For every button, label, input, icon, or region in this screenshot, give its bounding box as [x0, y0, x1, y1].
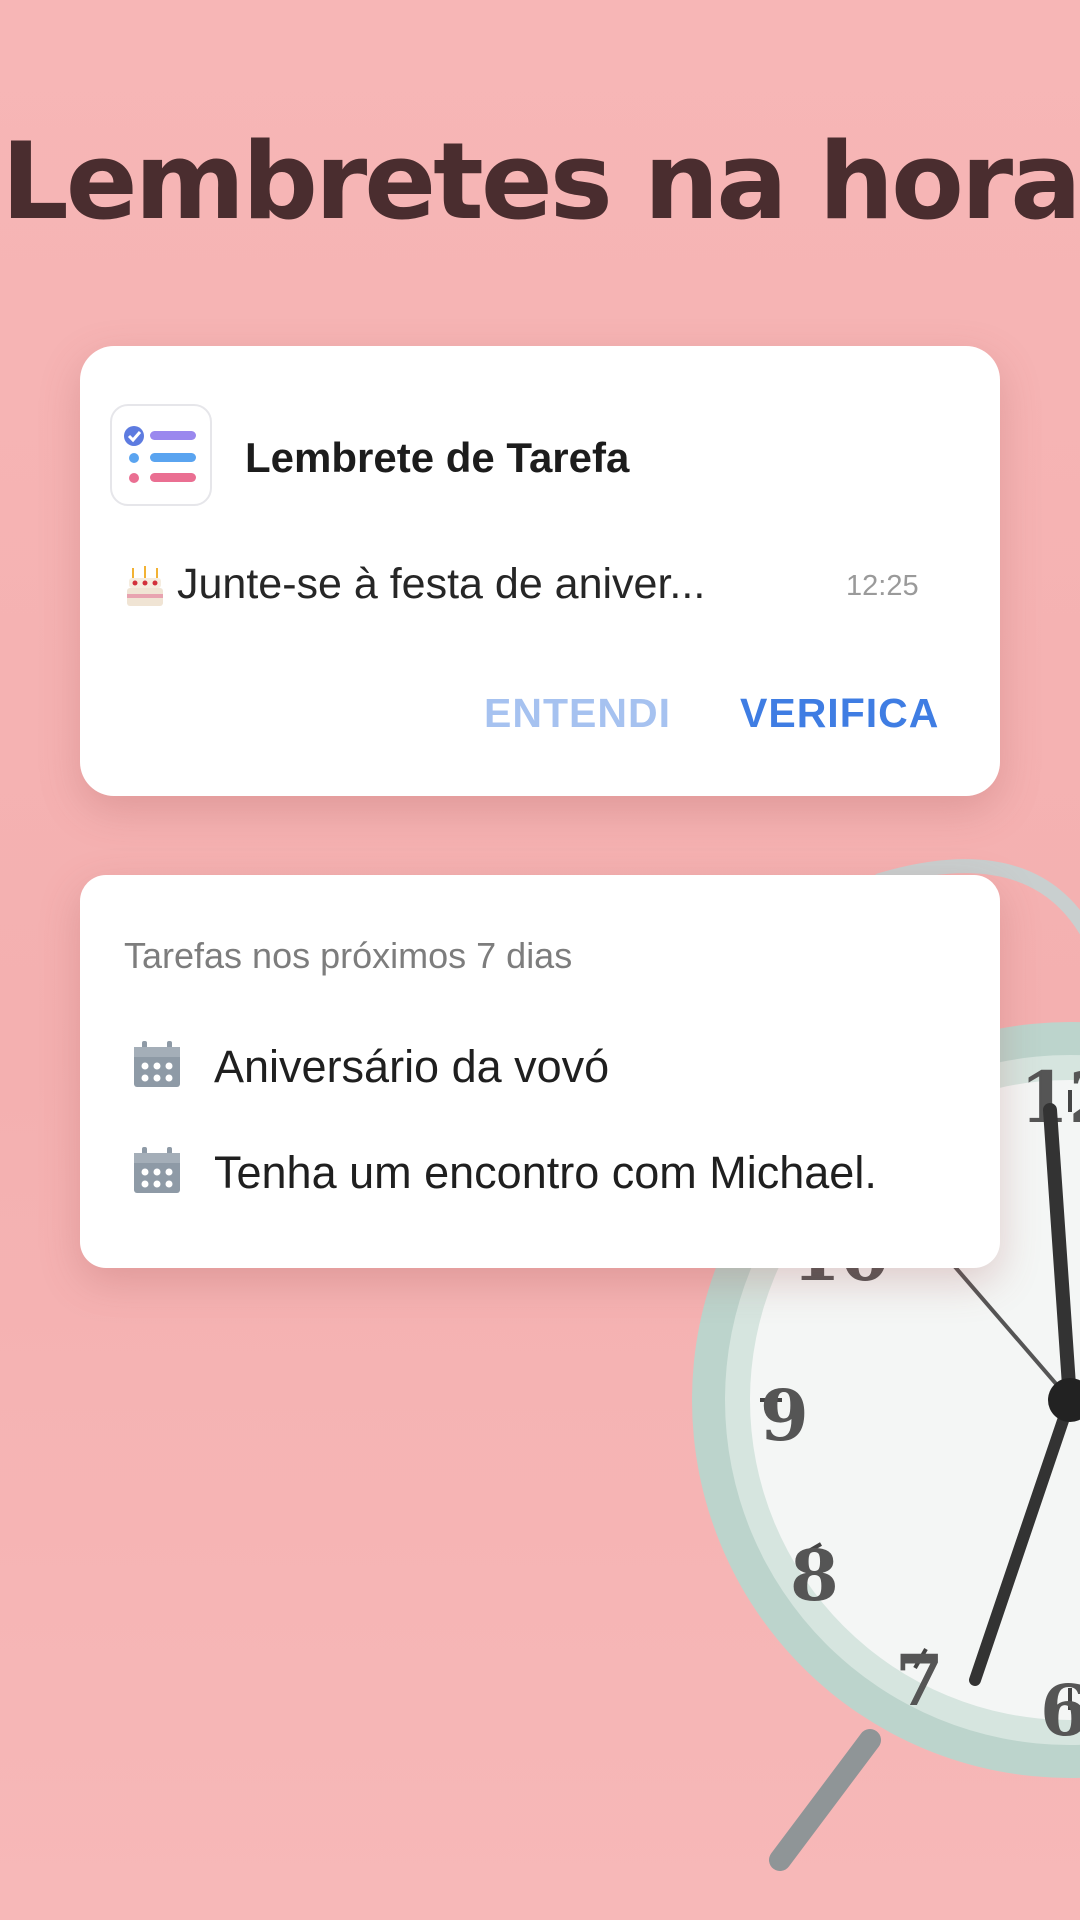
app-name: Lembrete de Tarefa: [245, 434, 630, 481]
notification-time: 12:25: [846, 570, 919, 602]
task-label: Tenha um encontro com Michael.: [214, 1147, 877, 1198]
task-item[interactable]: Aniversário da vovó: [132, 1037, 972, 1097]
checklist-icon: [110, 404, 212, 506]
svg-text:7: 7: [895, 1639, 944, 1722]
widget-heading: Tarefas nos próximos 7 dias: [124, 935, 573, 976]
upcoming-tasks-widget[interactable]: Tarefas nos próximos 7 dias Aniversário …: [80, 875, 1000, 1268]
task-label: Aniversário da vovó: [214, 1041, 610, 1092]
svg-text:6: 6: [1040, 1669, 1080, 1752]
calendar-icon: [134, 1147, 180, 1193]
task-item[interactable]: Tenha um encontro com Michael.: [132, 1143, 972, 1203]
reminder-notification-card[interactable]: Lembrete de Tarefa Junte-se à festa de a…: [80, 346, 1000, 796]
svg-text:9: 9: [760, 1374, 809, 1457]
svg-text:8: 8: [790, 1534, 839, 1617]
calendar-icon: [134, 1041, 180, 1087]
check-button[interactable]: VERIFICA: [740, 690, 939, 737]
notification-message: Junte-se à festa de aniver...: [177, 560, 706, 608]
page-headline: Lembretes na hora: [1, 120, 1080, 243]
birthday-cake-icon: [125, 564, 165, 610]
dismiss-button[interactable]: ENTENDI: [484, 690, 671, 737]
